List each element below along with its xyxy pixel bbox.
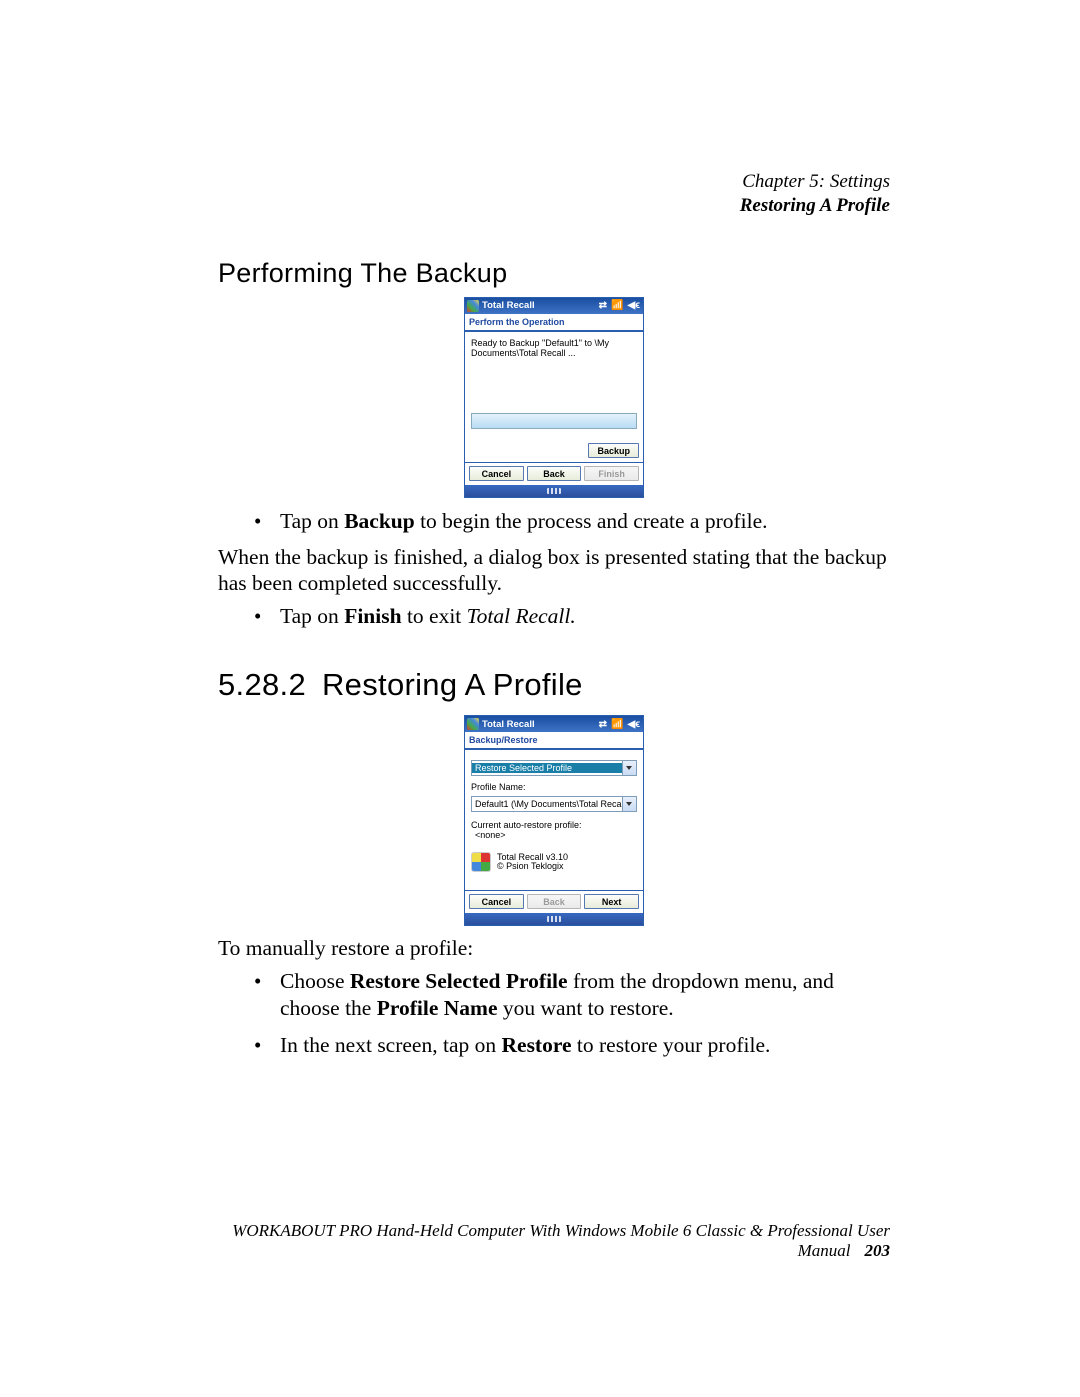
action-dropdown[interactable]: Restore Selected Profile [471, 760, 637, 776]
start-icon [467, 300, 479, 312]
phone-screen-2: Total Recall ⇄ 📶 ◀ϵ Backup/Restore Restore… [464, 715, 644, 926]
titlebar-title: Total Recall [482, 719, 535, 730]
progress-bar [471, 413, 637, 429]
profile-name-label: Profile Name: [471, 782, 637, 792]
instruction-choose-profile: Choose Restore Selected Profile from the… [218, 968, 890, 1022]
dropdown-selected: Restore Selected Profile [472, 763, 622, 773]
back-button: Back [527, 894, 582, 909]
auto-restore-value: <none> [471, 830, 637, 840]
dropdown-selected: Default1 (\My Documents\Total Recal [472, 799, 622, 809]
instruction-finish: Tap on Finish to exit Total Recall. [218, 603, 890, 630]
footer-bar: Cancel Back Next [465, 890, 643, 913]
captionbar: Backup/Restore [465, 732, 643, 750]
chevron-down-icon [622, 797, 636, 811]
header-section: Restoring A Profile [218, 194, 890, 218]
connectivity-icon: ⇄ [599, 300, 607, 311]
paragraph-backup-finished: When the backup is finished, a dialog bo… [218, 545, 890, 597]
branding: Total Recall v3.10 © Psion Teklogix [471, 852, 637, 872]
titlebar-title: Total Recall [482, 300, 535, 311]
instruction-backup: Tap on Backup to begin the process and c… [218, 508, 890, 535]
volume-icon: ◀ϵ [628, 300, 640, 311]
page-header: Chapter 5: Settings Restoring A Profile [218, 170, 890, 218]
softkey-bar [465, 913, 643, 925]
next-button[interactable]: Next [584, 894, 639, 909]
paragraph-restore-intro: To manually restore a profile: [218, 936, 890, 962]
profile-name-dropdown[interactable]: Default1 (\My Documents\Total Recal [471, 796, 637, 812]
heading-performing-backup: Performing The Backup [218, 258, 890, 289]
titlebar: Total Recall ⇄ 📶 ◀ϵ [465, 716, 643, 732]
content-area: Restore Selected Profile Profile Name: D… [465, 750, 643, 890]
phone-screen-1: Total Recall ⇄📶◀ϵ Perform the Operation … [464, 297, 644, 499]
status-icons: ⇄ 📶 ◀ϵ [599, 719, 640, 730]
connectivity-icon: ⇄ [599, 719, 607, 730]
page-footer: WORKABOUT PRO Hand-Held Computer With Wi… [218, 1221, 890, 1261]
titlebar: Total Recall ⇄ 📶 ◀ϵ [465, 298, 643, 314]
instruction-restore: In the next screen, tap on Restore to re… [218, 1032, 890, 1059]
volume-icon: ◀ϵ [628, 719, 640, 730]
auto-restore-label: Current auto-restore profile: [471, 820, 637, 830]
status-icons: ⇄ 📶 ◀ϵ [599, 300, 640, 311]
footer-text: WORKABOUT PRO Hand-Held Computer With Wi… [232, 1221, 890, 1260]
signal-icon: 📶 [611, 719, 623, 730]
page-number: 203 [865, 1241, 891, 1260]
header-chapter: Chapter 5: Settings [218, 170, 890, 194]
start-icon [467, 718, 479, 730]
cancel-button[interactable]: Cancel [469, 466, 524, 481]
button-row: Backup [465, 437, 643, 462]
content-area: Ready to Backup "Default1" to \My Docume… [465, 332, 643, 438]
screenshot-restore: Total Recall ⇄ 📶 ◀ϵ Backup/Restore Restore… [218, 715, 890, 926]
backup-button[interactable]: Backup [588, 443, 639, 458]
signal-icon: 📶 [611, 300, 623, 311]
footer-bar: Cancel Back Finish [465, 462, 643, 485]
captionbar: Perform the Operation [465, 314, 643, 332]
chevron-down-icon [622, 761, 636, 775]
back-button[interactable]: Back [527, 466, 582, 481]
cancel-button[interactable]: Cancel [469, 894, 524, 909]
screenshot-backup: Total Recall ⇄📶◀ϵ Perform the Operation … [218, 297, 890, 499]
softkey-bar [465, 485, 643, 497]
app-logo-icon [471, 852, 491, 872]
finish-button: Finish [584, 466, 639, 481]
status-text: Ready to Backup "Default1" to \My Docume… [471, 338, 637, 360]
app-copyright: © Psion Teklogix [497, 862, 568, 872]
heading-restoring-profile: 5.28.2Restoring A Profile [218, 667, 890, 703]
